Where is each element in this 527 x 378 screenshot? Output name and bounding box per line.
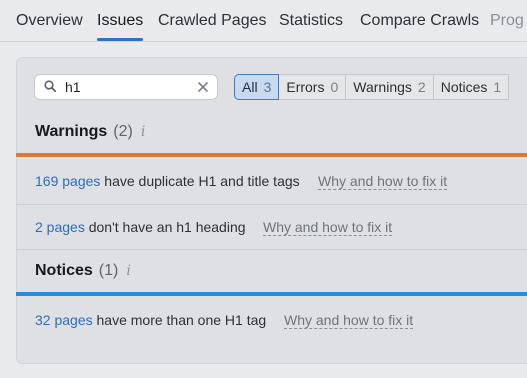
filter-count: 3 <box>263 79 272 95</box>
issue-pages-link[interactable]: 2 pages <box>35 219 85 235</box>
notices-heading: Notices (1) i <box>35 262 131 280</box>
severity-filter: All 3 Errors 0 Warnings 2 Notices 1 <box>234 74 510 100</box>
issue-pages-link[interactable]: 169 pages <box>35 173 100 189</box>
filter-label: Warnings <box>353 79 412 95</box>
tab-bar: Overview Issues Crawled Pages Statistics… <box>0 0 527 42</box>
filter-warnings-button[interactable]: Warnings 2 <box>345 74 434 100</box>
issue-text: have more than one H1 tag <box>92 312 267 328</box>
active-tab-indicator <box>97 38 143 41</box>
search-icon <box>44 80 56 92</box>
tab-compare-crawls[interactable]: Compare Crawls <box>360 12 479 30</box>
issue-row: 32 pages have more than one H1 tag <box>35 312 266 328</box>
issue-row: 169 pages have duplicate H1 and title ta… <box>35 173 300 189</box>
filter-count: 2 <box>417 79 426 95</box>
warnings-count: (2) <box>113 123 133 140</box>
row-divider <box>16 204 527 205</box>
notices-accent-bar <box>16 292 527 296</box>
fix-help-link[interactable]: Why and how to fix it <box>318 173 448 190</box>
fix-help-link[interactable]: Why and how to fix it <box>284 312 414 329</box>
info-icon[interactable]: i <box>141 124 145 140</box>
info-icon[interactable]: i <box>126 263 130 279</box>
search-input[interactable] <box>65 79 195 95</box>
warnings-heading: Warnings (2) i <box>35 123 145 141</box>
row-divider <box>16 249 527 250</box>
close-icon[interactable] <box>197 81 209 93</box>
filter-count: 0 <box>330 79 339 95</box>
notices-count: (1) <box>98 262 119 279</box>
filter-count: 1 <box>493 79 502 95</box>
tab-overview[interactable]: Overview <box>16 12 83 30</box>
tab-progress[interactable]: Prog <box>490 12 524 30</box>
notices-title: Notices <box>35 262 93 279</box>
filter-errors-button[interactable]: Errors 0 <box>278 74 347 100</box>
tab-issues[interactable]: Issues <box>97 12 143 30</box>
search-box[interactable] <box>34 74 218 100</box>
issue-pages-link[interactable]: 32 pages <box>35 312 93 328</box>
tab-crawled-pages[interactable]: Crawled Pages <box>158 12 267 30</box>
filter-label: Errors <box>286 79 325 95</box>
issue-text: don't have an h1 heading <box>84 219 246 235</box>
warnings-accent-bar <box>16 153 527 157</box>
fix-help-link[interactable]: Why and how to fix it <box>263 219 393 236</box>
filter-all-button[interactable]: All 3 <box>234 74 280 100</box>
tab-statistics[interactable]: Statistics <box>279 12 343 30</box>
filter-label: Notices <box>440 79 488 95</box>
warnings-title: Warnings <box>35 123 108 140</box>
issue-row: 2 pages don't have an h1 heading <box>35 219 246 235</box>
issue-text: have duplicate H1 and title tags <box>100 173 300 189</box>
filter-label: All <box>242 79 258 95</box>
filter-notices-button[interactable]: Notices 1 <box>432 74 510 100</box>
